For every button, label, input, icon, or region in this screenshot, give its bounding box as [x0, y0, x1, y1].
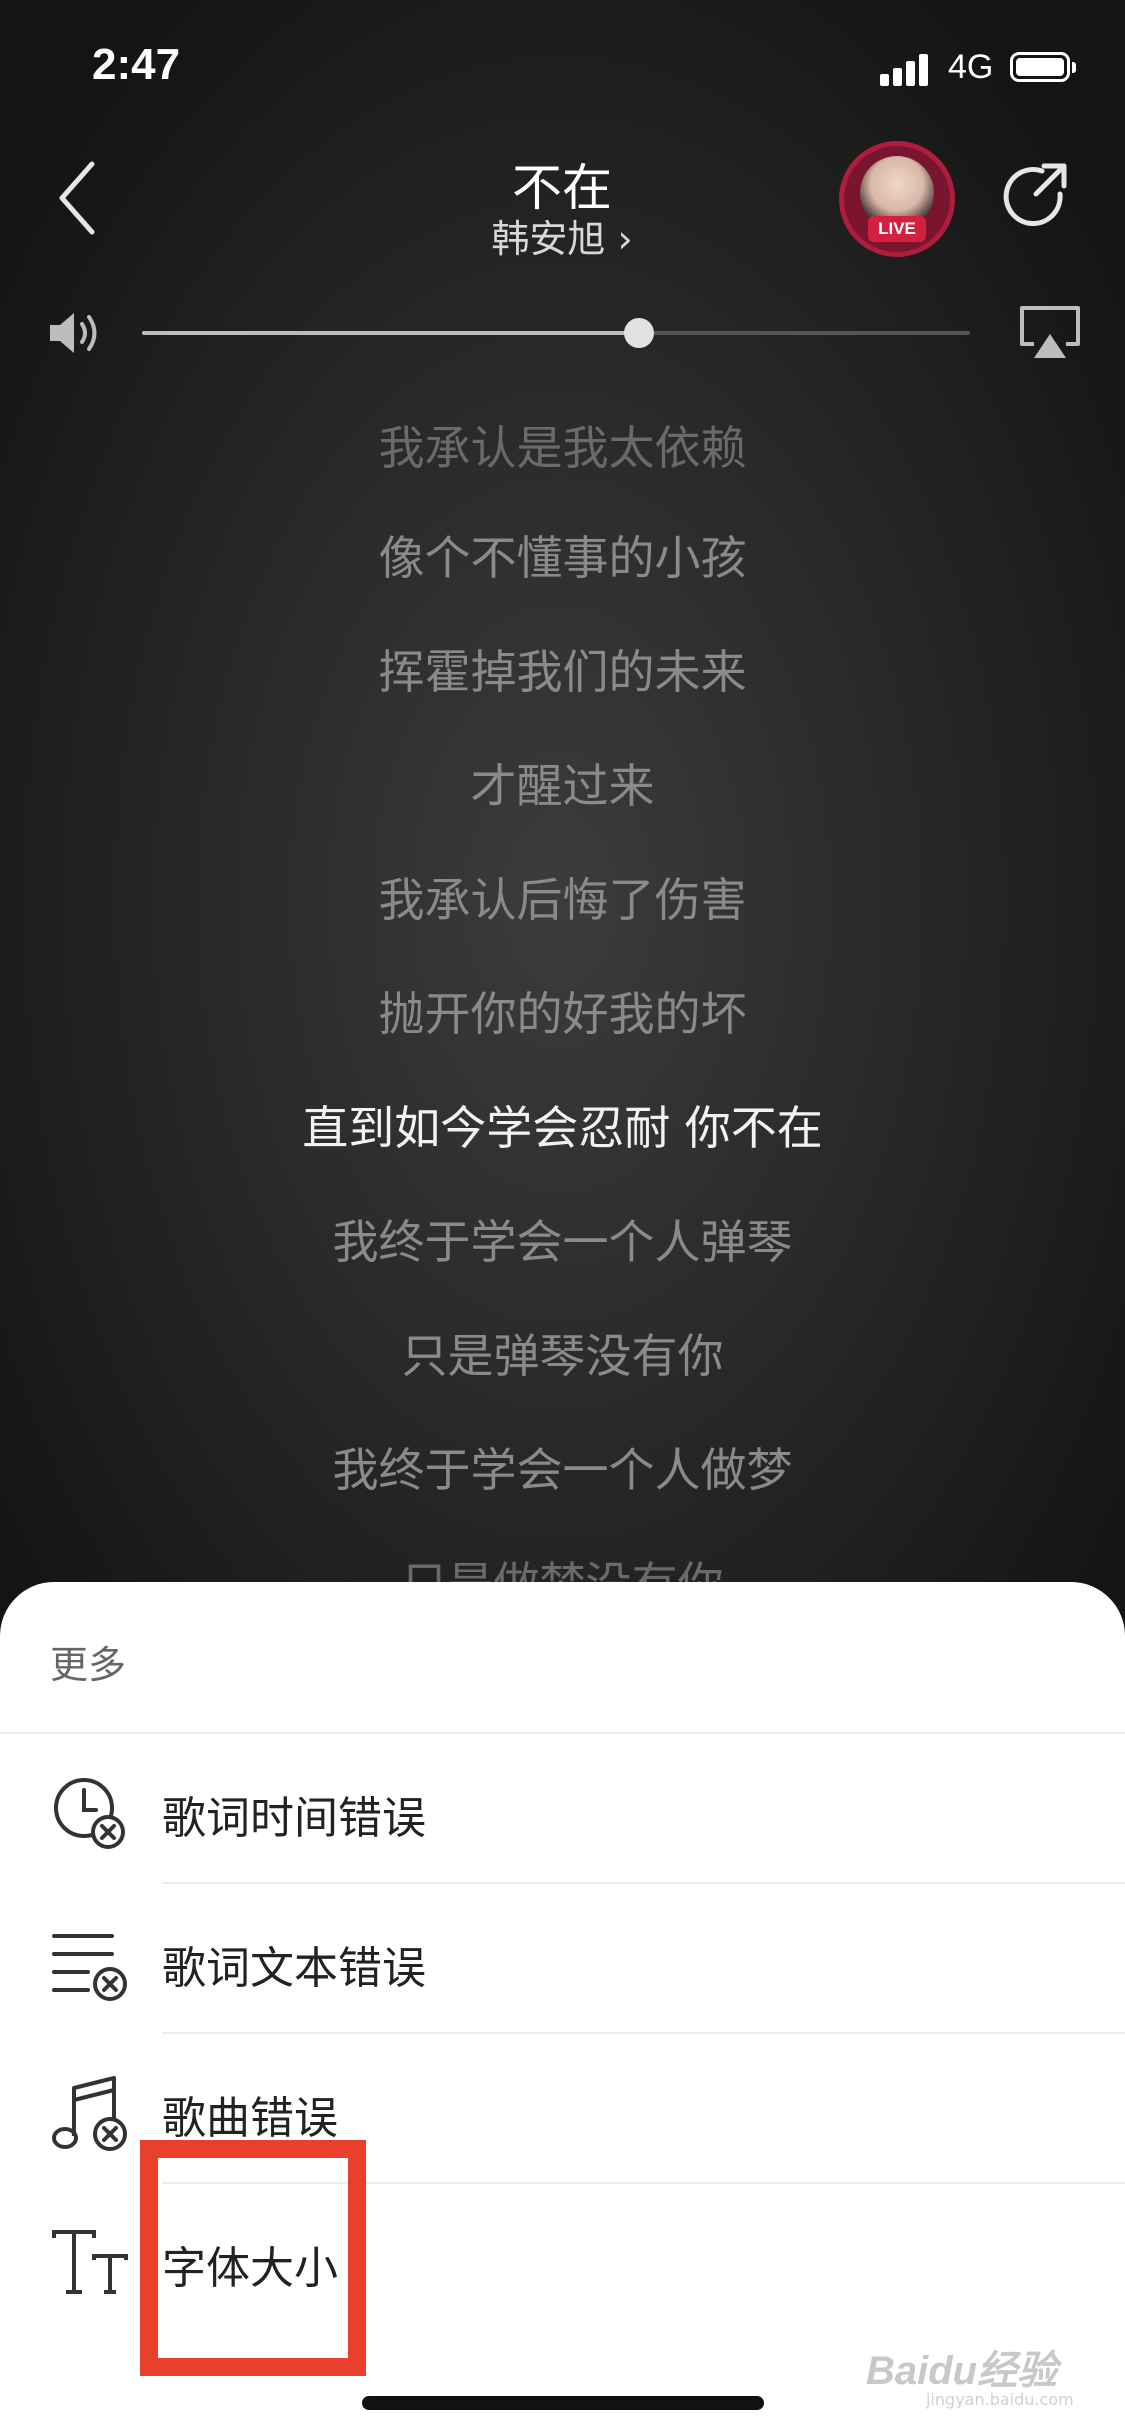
lyric-line: 我承认后悔了伤害 — [378, 873, 747, 927]
status-time: 2:47 — [92, 40, 181, 89]
sheet-title: 更多 — [50, 1643, 127, 1687]
lyric-line: 我承认是我太依赖 — [378, 421, 747, 475]
volume-slider[interactable] — [142, 318, 970, 348]
airplay-button[interactable] — [1016, 304, 1084, 362]
menu-item-label: 歌词时间错误 — [162, 1793, 426, 1844]
highlight-annotation-gap — [158, 2340, 348, 2358]
font-size-icon — [52, 2230, 128, 2294]
music-error-icon — [52, 2076, 127, 2151]
network-label: 4G — [948, 48, 994, 86]
lyric-line: 才醒过来 — [470, 759, 655, 813]
lyric-line: 我终于学会一个人做梦 — [332, 1443, 793, 1497]
battery-icon — [1010, 52, 1076, 84]
lyric-line: 挥霍掉我们的未来 — [378, 645, 747, 699]
share-icon — [1003, 163, 1067, 226]
lyric-line: 我终于学会一个人弹琴 — [332, 1215, 793, 1269]
artist-live-avatar[interactable]: LIVE — [844, 146, 950, 252]
lyric-line-current: 直到如今学会忍耐 你不在 — [302, 1101, 823, 1155]
menu-item-lyric-text-error[interactable]: 歌词文本错误 — [0, 1884, 1125, 2034]
baidu-watermark: Baidu经验 jingyan.baidu.com — [866, 2334, 1106, 2409]
volume-slider-knob[interactable] — [623, 318, 654, 348]
artist-link[interactable]: 韩安旭 › — [362, 208, 762, 263]
signal-icon — [880, 52, 934, 86]
volume-slider-fill — [142, 331, 639, 335]
live-badge: LIVE — [868, 216, 926, 242]
share-button[interactable] — [998, 160, 1072, 234]
home-indicator[interactable] — [362, 2396, 764, 2410]
lyric-line: 像个不懂事的小孩 — [378, 531, 747, 585]
menu-item-lyric-time-error[interactable]: 歌词时间错误 — [0, 1734, 1125, 1884]
back-button[interactable] — [48, 158, 112, 238]
lyric-line: 只是弹琴没有你 — [401, 1329, 724, 1383]
clock-error-icon — [54, 1778, 125, 1849]
menu-item-label: 歌词文本错误 — [162, 1943, 426, 1994]
watermark-text: Baidu经验 — [866, 2349, 1058, 2393]
watermark-subtext: jingyan.baidu.com — [926, 2390, 1074, 2409]
text-error-icon — [52, 1934, 127, 2001]
airplay-icon — [1020, 306, 1080, 358]
menu-item-label: 歌曲错误 — [162, 2093, 338, 2144]
volume-icon — [46, 308, 106, 358]
lyrics-panel[interactable]: 我承认是我太依赖 像个不懂事的小孩 挥霍掉我们的未来 才醒过来 我承认后悔了伤害… — [0, 398, 1125, 1598]
lyric-line: 抛开你的好我的坏 — [378, 987, 747, 1041]
chevron-left-icon — [59, 161, 95, 235]
